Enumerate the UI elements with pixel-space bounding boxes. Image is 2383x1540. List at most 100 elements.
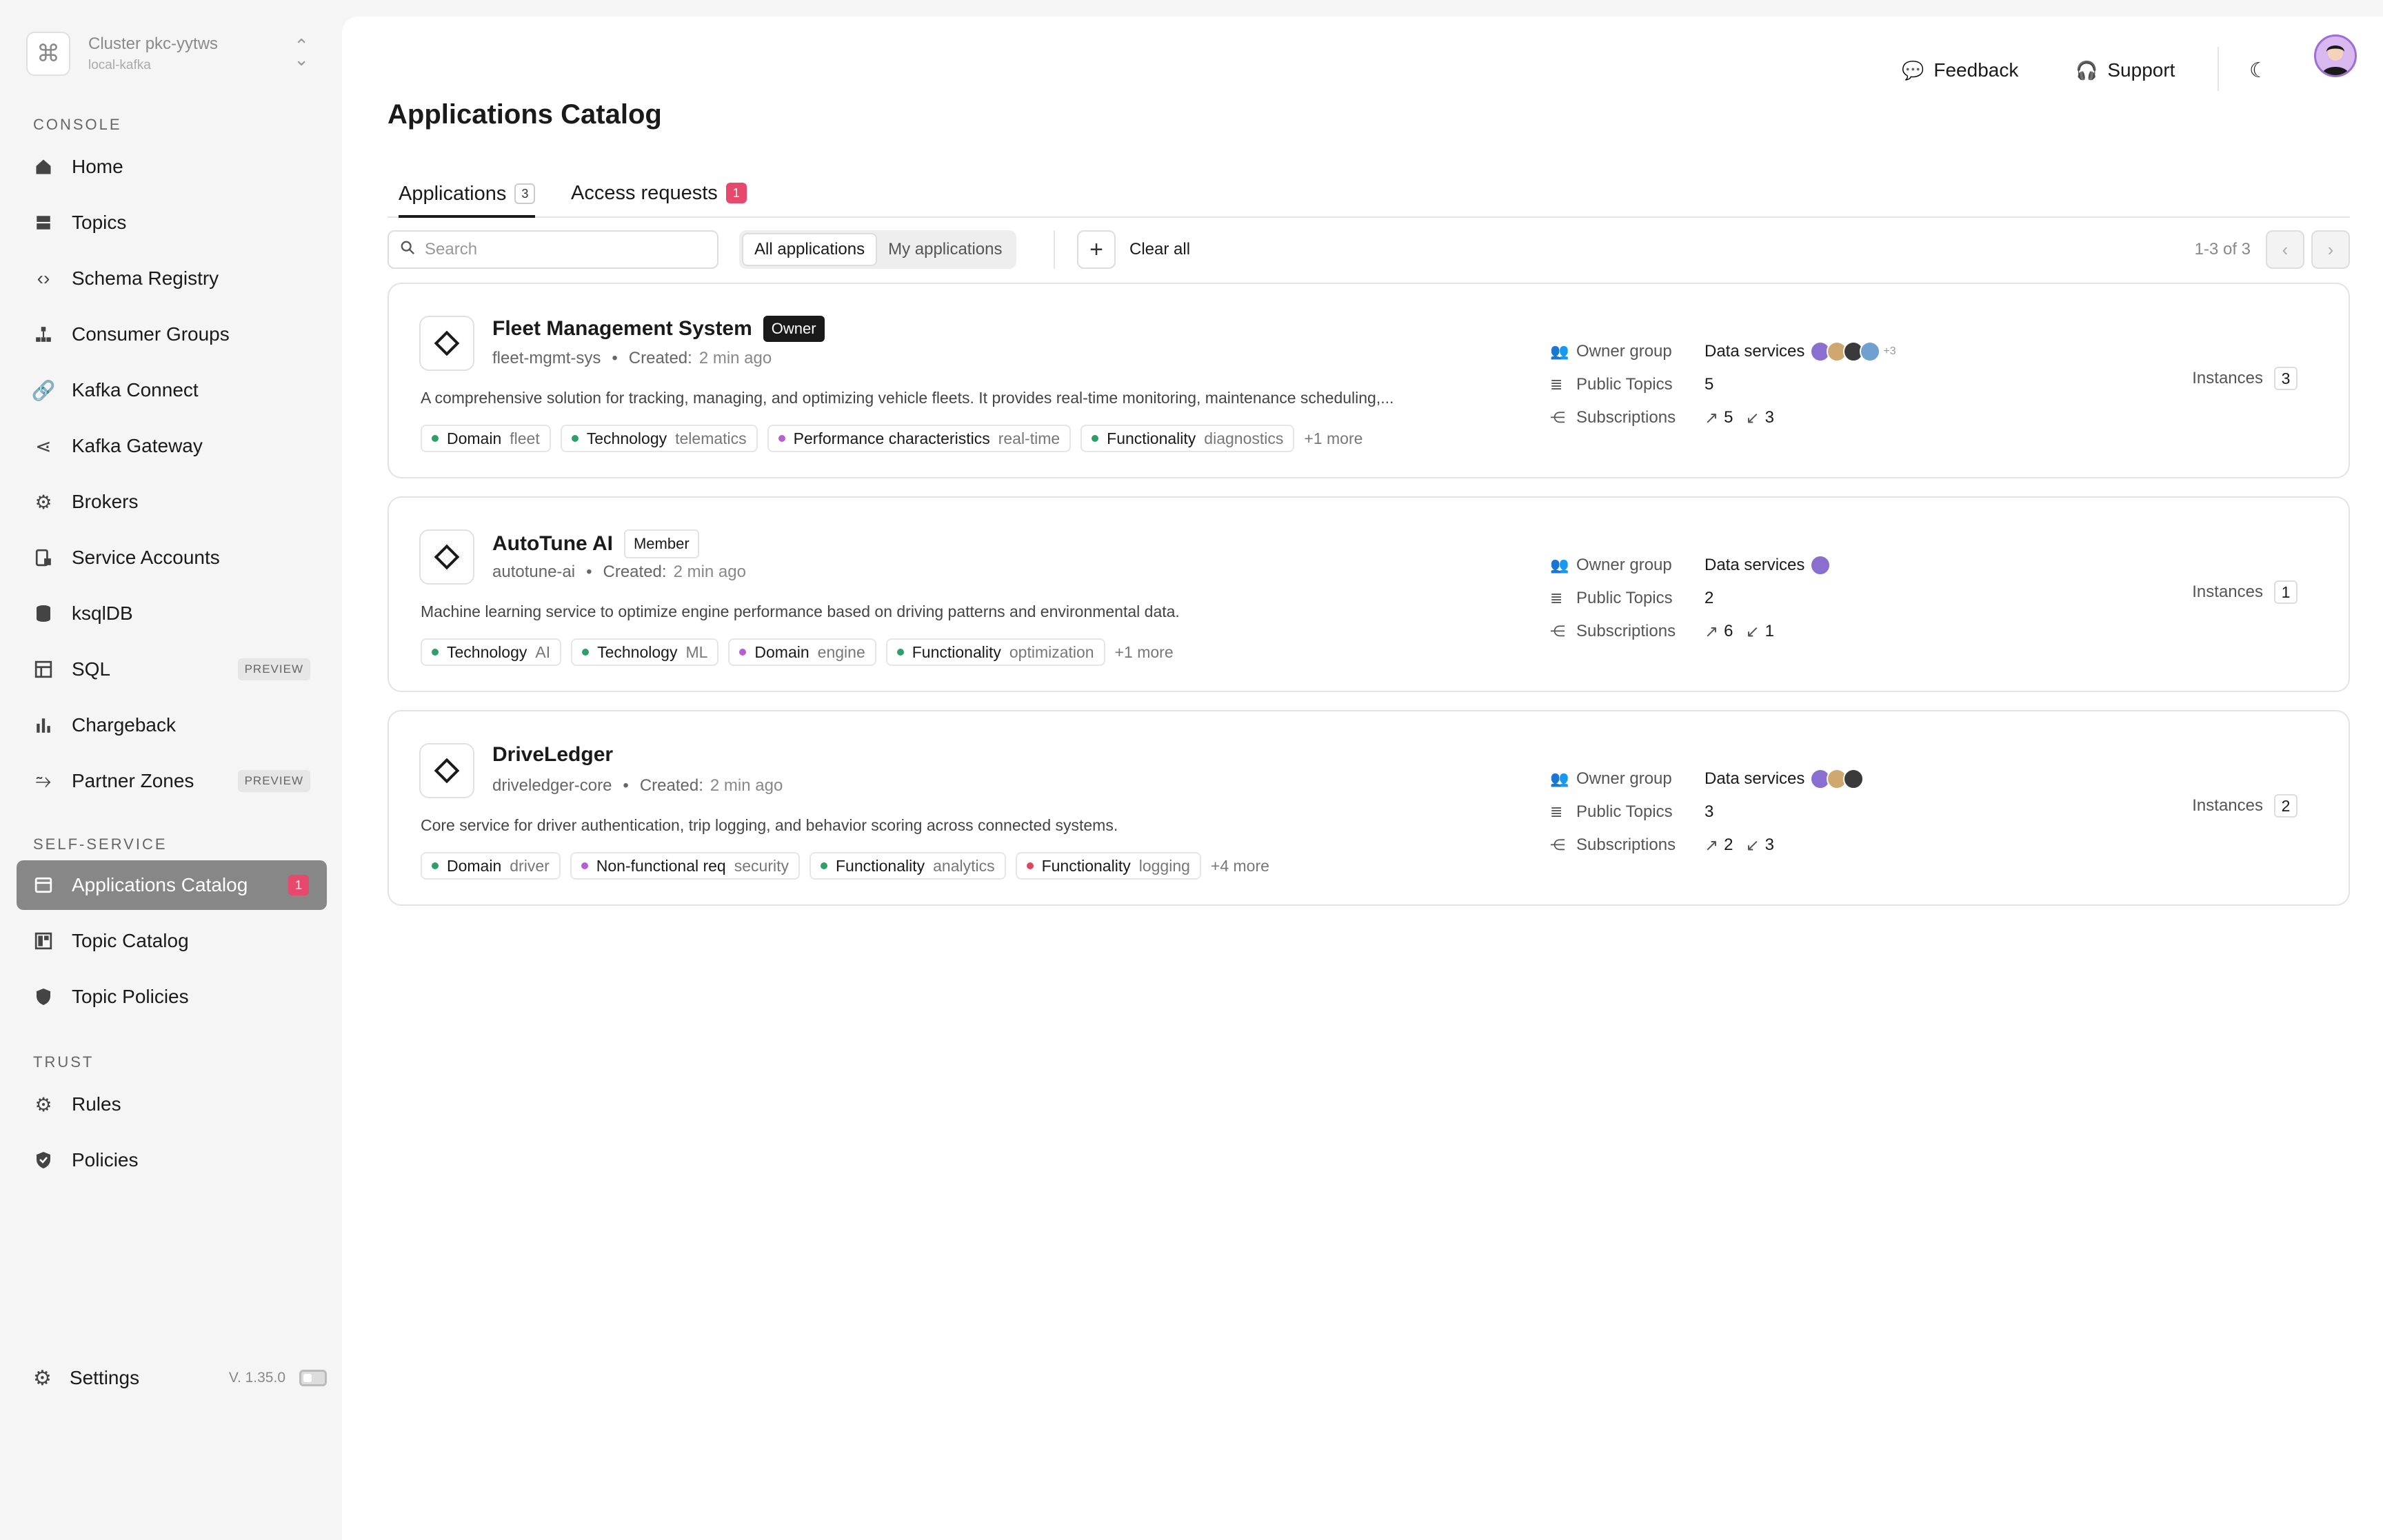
sidebar-item-label: Service Accounts xyxy=(72,547,220,568)
sidebar-item-kafka-connect[interactable]: 🔗 Kafka Connect xyxy=(17,365,327,415)
member-avatar[interactable] xyxy=(1810,555,1831,576)
tag-value: diagnostics xyxy=(1204,429,1284,447)
instances: Instances 3 xyxy=(2192,367,2297,390)
application-card[interactable]: AutoTune AI Member autotune-ai • Created… xyxy=(388,496,2350,692)
tab-label: Applications xyxy=(399,182,507,205)
sidebar-item-brokers[interactable]: ⚙ Brokers xyxy=(17,477,327,527)
add-filter-button[interactable]: + xyxy=(1077,230,1116,269)
instances-count[interactable]: 3 xyxy=(2274,367,2297,390)
application-name[interactable]: DriveLedger xyxy=(492,743,613,767)
owner-group-label: Owner group xyxy=(1576,556,1672,574)
tag-dot xyxy=(739,649,747,656)
tag-dot xyxy=(432,435,439,442)
application-icon xyxy=(419,316,474,371)
sidebar-item-label: Brokers xyxy=(72,491,139,512)
shield-icon xyxy=(33,986,54,1007)
separator-dot: • xyxy=(623,776,629,795)
sidebar-item-consumer-groups[interactable]: Consumer Groups xyxy=(17,310,327,359)
tag-key: Domain xyxy=(447,429,502,447)
tag-chip: Domain fleet xyxy=(421,425,551,452)
instances-count[interactable]: 1 xyxy=(2274,580,2297,604)
member-avatars xyxy=(1810,769,1864,789)
sidebar-collapse-toggle[interactable] xyxy=(299,1370,327,1386)
table-icon xyxy=(33,659,54,680)
sidebar-item-label: Partner Zones xyxy=(72,770,194,791)
tab-applications[interactable]: Applications 3 xyxy=(399,172,536,218)
sidebar-item-topics[interactable]: Topics xyxy=(17,198,327,247)
rules-icon: ⚙ xyxy=(34,1093,52,1115)
theme-toggle-button[interactable]: ☾ xyxy=(2249,52,2268,88)
sidebar-item-schema-registry[interactable]: ‹› Schema Registry xyxy=(17,254,327,303)
tag-key: Non-functional req xyxy=(596,856,726,875)
sidebar-item-topic-policies[interactable]: Topic Policies xyxy=(17,972,327,1022)
settings-label: Settings xyxy=(69,1367,140,1388)
tag-chip: Technology telematics xyxy=(560,425,758,452)
sidebar-item-ksqldb[interactable]: ksqlDB xyxy=(17,589,327,638)
tab-access-requests[interactable]: Access requests 1 xyxy=(571,172,747,214)
subscriptions-icon: ⋲ xyxy=(1550,409,1565,426)
member-avatar[interactable] xyxy=(1843,769,1864,789)
preview-badge: PREVIEW xyxy=(237,658,310,680)
tab-count-badge: 1 xyxy=(725,183,747,203)
tag-key: Domain xyxy=(754,642,810,661)
prev-page-button[interactable]: ‹ xyxy=(2266,230,2304,269)
sidebar-item-settings[interactable]: ⚙ Settings V. 1.35.0 xyxy=(17,1354,327,1402)
tag-dot xyxy=(1026,862,1034,869)
tab-count-badge: 3 xyxy=(514,183,536,204)
application-icon xyxy=(419,743,474,798)
clear-all-button[interactable]: Clear all xyxy=(1129,230,1190,269)
cluster-switcher[interactable]: ⌘ Cluster pkc-yytws local-kafka ⌃ ⌄ xyxy=(26,32,309,76)
sidebar-item-policies[interactable]: Policies xyxy=(17,1135,327,1185)
application-description: Core service for driver authentication, … xyxy=(421,816,1118,834)
more-tags-link[interactable]: +1 more xyxy=(1304,429,1363,448)
instances-count[interactable]: 2 xyxy=(2274,794,2297,818)
public-topics-value: 5 xyxy=(1705,375,1714,394)
user-avatar[interactable] xyxy=(2314,34,2357,77)
feedback-button[interactable]: 💬 Feedback xyxy=(1902,52,2018,88)
more-tags-link[interactable]: +4 more xyxy=(1211,857,1269,875)
database-icon xyxy=(33,603,54,624)
sidebar-item-home[interactable]: Home xyxy=(17,142,327,192)
subscriptions-row: ⋲ Subscriptions ↗ 2 ↙ 3 xyxy=(1550,829,1864,862)
next-page-button[interactable]: › xyxy=(2311,230,2350,269)
arrow-down-left-icon: ↙ xyxy=(1745,835,1760,855)
more-tags-link[interactable]: +1 more xyxy=(1115,643,1174,662)
public-topics-label: Public Topics xyxy=(1576,802,1673,821)
search-input[interactable]: Search xyxy=(388,230,718,269)
tag-chip: Functionality optimization xyxy=(885,638,1105,666)
sidebar-item-rules[interactable]: ⚙ Rules xyxy=(17,1080,327,1129)
application-card[interactable]: DriveLedger driveledger-core • Created: … xyxy=(388,710,2350,906)
instances: Instances 1 xyxy=(2192,580,2297,604)
sidebar-item-service-accounts[interactable]: Service Accounts xyxy=(17,533,327,582)
support-button[interactable]: 🎧 Support xyxy=(2075,52,2175,88)
sidebar-item-applications-catalog[interactable]: Applications Catalog 1 xyxy=(17,860,327,910)
sidebar-item-topic-catalog[interactable]: Topic Catalog xyxy=(17,916,327,966)
member-avatar[interactable] xyxy=(1860,341,1881,362)
sidebar-item-sql[interactable]: SQL PREVIEW xyxy=(17,645,327,694)
instances-label: Instances xyxy=(2192,369,2263,387)
public-topics-label: Public Topics xyxy=(1576,589,1673,607)
preview-badge: PREVIEW xyxy=(237,770,310,792)
sidebar-item-label: Rules xyxy=(72,1093,121,1115)
code-icon: ‹› xyxy=(37,267,50,289)
tab-bar: Applications 3 Access requests 1 xyxy=(388,163,2350,218)
tag-chip: Functionality diagnostics xyxy=(1080,425,1295,452)
sidebar-item-label: Kafka Connect xyxy=(72,379,199,401)
all-applications-button[interactable]: All applications xyxy=(742,233,878,266)
application-card[interactable]: Fleet Management System Owner fleet-mgmt… xyxy=(388,283,2350,478)
application-name[interactable]: AutoTune AI xyxy=(492,532,613,556)
application-name[interactable]: Fleet Management System xyxy=(492,317,752,341)
sidebar-item-partner-zones[interactable]: ⥲ Partner Zones PREVIEW xyxy=(17,756,327,806)
tag-dot xyxy=(896,649,904,656)
tag-chip: Technology ML xyxy=(571,638,719,666)
public-topics-value: 2 xyxy=(1705,589,1714,607)
account-icon xyxy=(33,547,54,568)
sidebar-item-kafka-gateway[interactable]: ⋖ Kafka Gateway xyxy=(17,421,327,471)
users-icon: 👥 xyxy=(1550,556,1569,574)
sidebar-item-label: ksqlDB xyxy=(72,602,133,624)
my-applications-button[interactable]: My applications xyxy=(877,233,1013,266)
topics-list-icon: ≣ xyxy=(1550,376,1563,393)
sidebar-item-chargeback[interactable]: Chargeback xyxy=(17,700,327,750)
tag-value: logging xyxy=(1138,856,1190,875)
created-label: Created: xyxy=(628,349,692,367)
